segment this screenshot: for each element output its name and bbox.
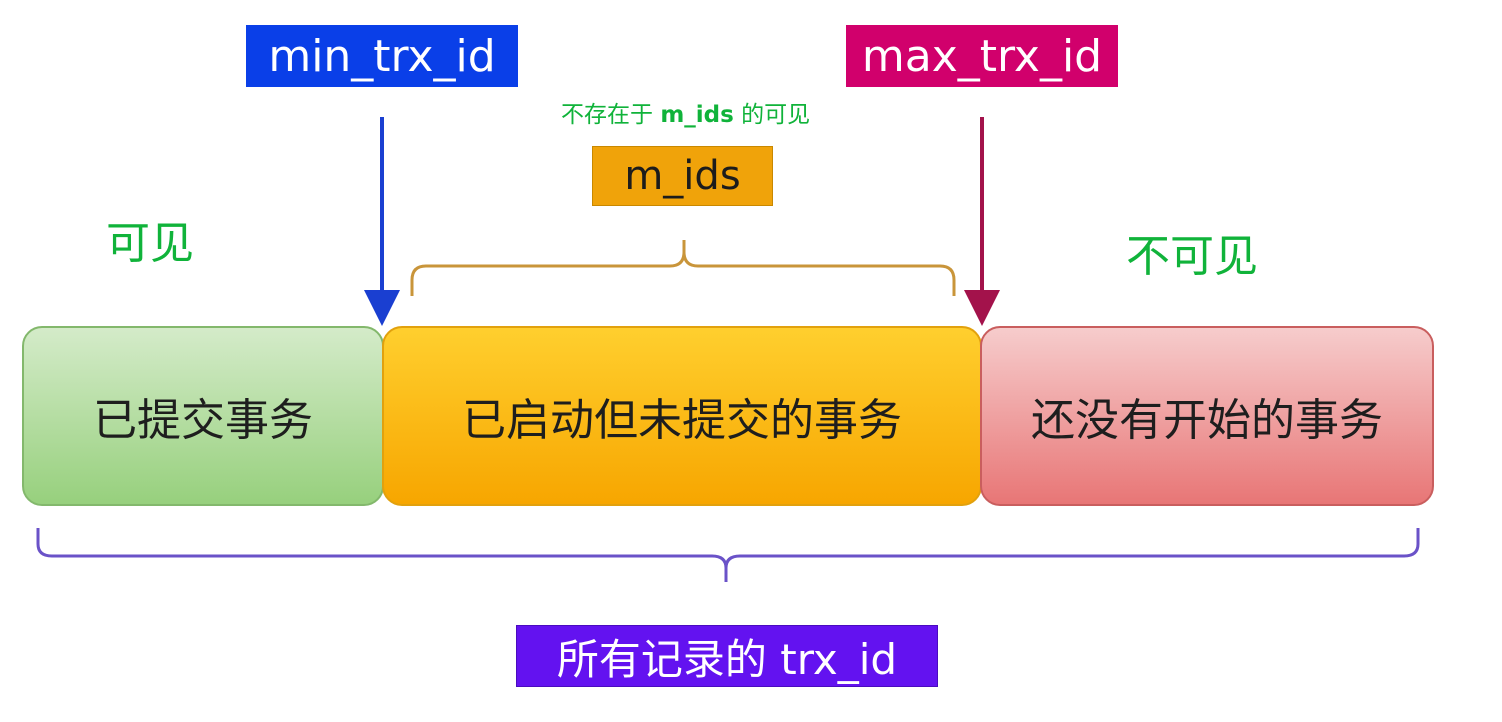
- m-ids-brace: [410, 240, 956, 296]
- m-ids-label: m_ids: [592, 146, 773, 206]
- min-trx-id-label: min_trx_id: [246, 25, 518, 87]
- max-trx-id-label: max_trx_id: [846, 25, 1118, 87]
- m-ids-visibility-note: 不存在于 m_ids 的可见: [561, 95, 810, 129]
- invisible-annotation: 不可见: [1126, 231, 1258, 282]
- m-ids-note-suffix: 的可见: [733, 102, 811, 128]
- active-transactions-label: 已启动但未提交的事务: [462, 395, 902, 446]
- m-ids-note-prefix: 不存在于: [561, 102, 661, 128]
- committed-transactions-segment: 已提交事务: [22, 326, 384, 506]
- committed-transactions-label: 已提交事务: [93, 395, 313, 446]
- visible-annotation: 可见: [106, 218, 194, 269]
- m-ids-note-bold: m_ids: [660, 102, 734, 128]
- max-trx-id-arrow: [964, 117, 1000, 326]
- min-trx-id-arrow: [364, 117, 400, 326]
- future-transactions-label: 还没有开始的事务: [1031, 395, 1383, 446]
- all-trx-id-brace: [36, 528, 1420, 582]
- all-trx-id-label: 所有记录的 trx_id: [516, 625, 938, 687]
- active-transactions-segment: 已启动但未提交的事务: [382, 326, 982, 506]
- future-transactions-segment: 还没有开始的事务: [980, 326, 1434, 506]
